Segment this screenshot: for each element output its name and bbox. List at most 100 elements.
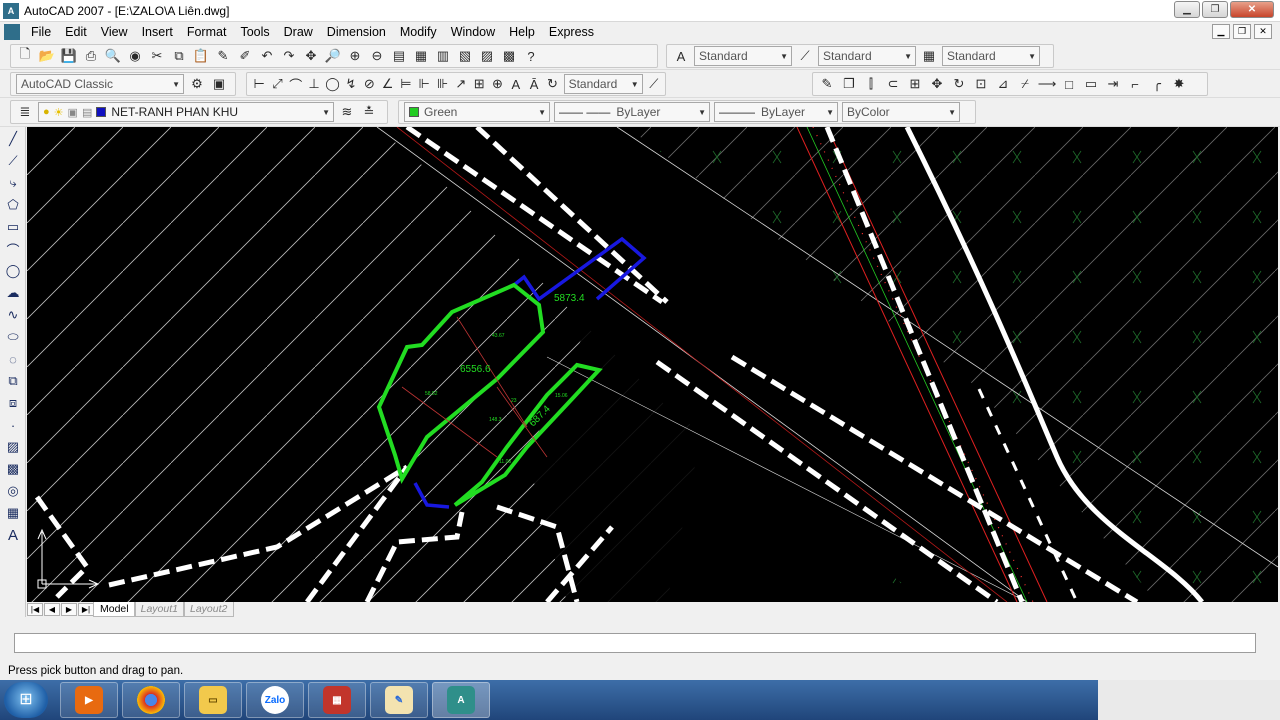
tab-model[interactable]: Model <box>93 602 136 617</box>
hatch-icon[interactable]: ▨ <box>2 437 24 457</box>
doc-restore-button[interactable]: ❐ <box>1233 24 1251 39</box>
radius-dim-icon[interactable]: ◯ <box>325 75 340 93</box>
taskbar-media-player[interactable]: ▶ <box>60 682 118 718</box>
continue-dim-icon[interactable]: ⊪ <box>435 75 449 93</box>
explode-icon[interactable]: ✸ <box>1170 75 1188 93</box>
insert-block-icon[interactable]: ⧉ <box>2 371 24 391</box>
dim-style-dropdown[interactable]: Standard ▼ <box>818 46 916 66</box>
taskbar-autocad[interactable]: A <box>432 682 490 718</box>
layer-previous-icon[interactable]: ≛ <box>360 103 378 121</box>
rotate-icon[interactable]: ↻ <box>950 75 968 93</box>
table-icon[interactable]: ▦ <box>2 503 24 523</box>
drawing-svg[interactable]: 5873.4 6556.6 687.4 43.67 58.52 148.3 15… <box>27 127 1278 602</box>
join-icon[interactable]: ⇥ <box>1104 75 1122 93</box>
angular-dim-icon[interactable]: ∠ <box>380 75 394 93</box>
previous-tab-button[interactable]: ◀ <box>44 603 60 616</box>
menu-draw[interactable]: Draw <box>277 25 320 39</box>
point-icon[interactable]: · <box>2 415 24 435</box>
menu-express[interactable]: Express <box>542 25 601 39</box>
menu-file[interactable]: File <box>24 25 58 39</box>
break-icon[interactable]: ▭ <box>1082 75 1100 93</box>
circle-icon[interactable]: ◯ <box>2 261 24 281</box>
document-icon[interactable] <box>4 24 20 40</box>
menu-insert[interactable]: Insert <box>135 25 180 39</box>
dim-edit-icon[interactable]: A <box>509 75 523 93</box>
last-tab-button[interactable]: ▶| <box>78 603 94 616</box>
linear-dim-icon[interactable]: ⊢ <box>252 75 266 93</box>
erase-icon[interactable]: ✎ <box>818 75 836 93</box>
match-properties-icon[interactable]: ✎ <box>214 47 232 65</box>
taskbar-chrome[interactable] <box>122 682 180 718</box>
revision-cloud-icon[interactable]: ☁ <box>2 283 24 303</box>
lock-icon[interactable]: ▣ <box>68 106 78 119</box>
minimize-button[interactable]: ▁ <box>1174 1 1200 18</box>
ordinate-dim-icon[interactable]: ⊥ <box>307 75 321 93</box>
menu-dimension[interactable]: Dimension <box>320 25 393 39</box>
block-editor-icon[interactable]: ✐ <box>236 47 254 65</box>
trim-icon[interactable]: ⌿ <box>1016 75 1034 93</box>
make-block-icon[interactable]: ⧈ <box>2 393 24 413</box>
plot-icon[interactable]: ⎙ <box>82 47 100 65</box>
layer-manager-icon[interactable]: ≣ <box>16 103 34 121</box>
doc-close-button[interactable]: ✕ <box>1254 24 1272 39</box>
offset-icon[interactable]: ⊂ <box>884 75 902 93</box>
polyline-icon[interactable]: ⤷ <box>2 173 24 193</box>
ellipse-arc-icon[interactable]: ◌ <box>2 349 24 369</box>
aligned-dim-icon[interactable]: ⤢ <box>270 75 284 93</box>
baseline-dim-icon[interactable]: ⊩ <box>417 75 431 93</box>
dim-update-icon[interactable]: ↻ <box>545 75 559 93</box>
menu-modify[interactable]: Modify <box>393 25 444 39</box>
fillet-icon[interactable]: ╭ <box>1148 75 1166 93</box>
pan-icon[interactable]: ✥ <box>302 47 320 65</box>
stretch-icon[interactable]: ⊿ <box>994 75 1012 93</box>
plot-preview-icon[interactable]: 🔍 <box>104 47 122 65</box>
publish-icon[interactable]: ◉ <box>126 47 144 65</box>
dim-style-manager-icon[interactable]: ⟋ <box>647 75 661 93</box>
menu-tools[interactable]: Tools <box>233 25 276 39</box>
doc-minimize-button[interactable]: ▁ <box>1212 24 1230 39</box>
table-style-icon[interactable]: ▦ <box>920 47 938 65</box>
construction-line-icon[interactable]: ⟋ <box>2 151 24 171</box>
save-icon[interactable]: 💾 <box>60 47 78 65</box>
design-center-icon[interactable]: ▦ <box>412 47 430 65</box>
start-button[interactable]: ⊞ <box>4 682 48 718</box>
multiline-text-icon[interactable]: A <box>2 525 24 545</box>
tool-palettes-icon[interactable]: ▥ <box>434 47 452 65</box>
color-dropdown[interactable]: Green ▼ <box>404 102 550 122</box>
diameter-dim-icon[interactable]: ⊘ <box>362 75 376 93</box>
menu-help[interactable]: Help <box>502 25 542 39</box>
zoom-realtime-icon[interactable]: 🔎 <box>324 47 342 65</box>
workspace-dropdown[interactable]: AutoCAD Classic ▼ <box>16 74 184 94</box>
paste-icon[interactable]: 📋 <box>192 47 210 65</box>
chamfer-icon[interactable]: ⌐ <box>1126 75 1144 93</box>
spline-icon[interactable]: ∿ <box>2 305 24 325</box>
sheet-set-icon[interactable]: ▧ <box>456 47 474 65</box>
new-icon[interactable]: 🗋 <box>16 46 34 65</box>
text-style-dropdown[interactable]: Standard ▼ <box>694 46 792 66</box>
scale-icon[interactable]: ⊡ <box>972 75 990 93</box>
next-tab-button[interactable]: ▶ <box>61 603 77 616</box>
menu-window[interactable]: Window <box>444 25 502 39</box>
help-icon[interactable]: ? <box>522 47 540 65</box>
text-style-icon[interactable]: A <box>672 47 690 65</box>
menu-view[interactable]: View <box>94 25 135 39</box>
workspace-settings-icon[interactable]: ⚙ <box>188 75 206 93</box>
layer-dropdown[interactable]: ● ☀ ▣ ▤ NET-RANH PHAN KHU ▼ <box>38 102 334 122</box>
area-label[interactable]: 6556.6 <box>460 364 491 375</box>
close-button[interactable]: ✕ <box>1230 1 1274 18</box>
taskbar-zalo[interactable]: Zalo <box>246 682 304 718</box>
properties-icon[interactable]: ▤ <box>390 47 408 65</box>
maximize-button[interactable]: ❐ <box>1202 1 1228 18</box>
polygon-icon[interactable]: ⬠ <box>2 195 24 215</box>
drawing-canvas[interactable]: 5873.4 6556.6 687.4 43.67 58.52 148.3 15… <box>27 127 1278 602</box>
quick-dim-icon[interactable]: ⊨ <box>399 75 413 93</box>
taskbar-explorer[interactable]: ▭ <box>184 682 242 718</box>
dim-style-dropdown-2[interactable]: Standard ▼ <box>563 74 643 94</box>
menu-edit[interactable]: Edit <box>58 25 94 39</box>
markup-icon[interactable]: ▨ <box>478 47 496 65</box>
lightbulb-icon[interactable]: ● <box>43 106 50 118</box>
calculator-icon[interactable]: ▩ <box>500 47 518 65</box>
line-icon[interactable]: ╱ <box>2 129 24 149</box>
region-icon[interactable]: ◎ <box>2 481 24 501</box>
array-icon[interactable]: ⊞ <box>906 75 924 93</box>
